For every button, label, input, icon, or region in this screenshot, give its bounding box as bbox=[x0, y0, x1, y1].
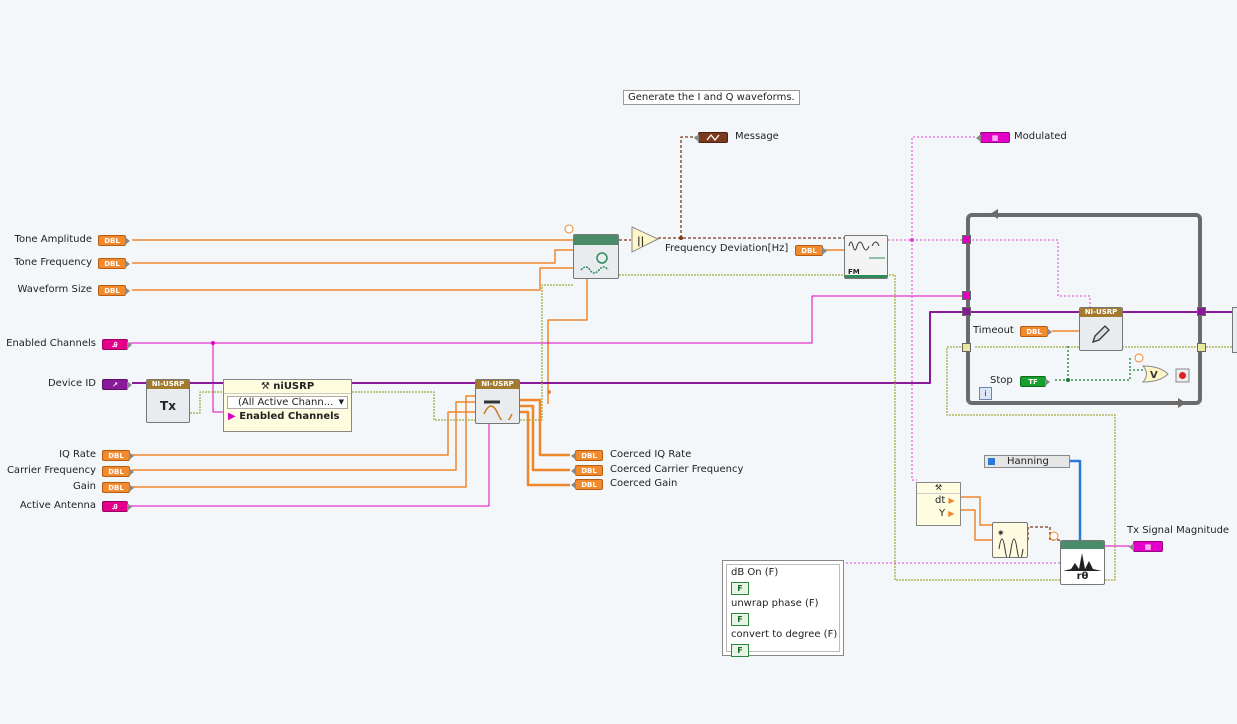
open-tx-header: NI-USRP bbox=[147, 380, 189, 389]
coerced-iq-rate-indicator[interactable]: DBL bbox=[571, 450, 603, 461]
label-device-id: Device ID bbox=[47, 378, 96, 389]
label-stop: Stop bbox=[990, 375, 1013, 386]
sine-wave-icon bbox=[574, 245, 618, 278]
write-header: NI-USRP bbox=[1080, 308, 1122, 317]
label-tx-signal-magnitude: Tx Signal Magnitude bbox=[1127, 525, 1230, 536]
tunnel-error-in bbox=[962, 343, 971, 352]
waveform-size-control[interactable]: DBL bbox=[98, 285, 130, 296]
pencil-icon bbox=[1080, 317, 1122, 350]
wrench-icon: ⚒ bbox=[260, 381, 274, 392]
wire-tone-frequency bbox=[132, 249, 573, 264]
active-antenna-control[interactable]: Ꭿ bbox=[102, 501, 132, 512]
niusrp-property-node[interactable]: ⚒ niUSRP (All Active Chann... ▼ ▶ Enable… bbox=[223, 379, 352, 432]
label-active-antenna: Active Antenna bbox=[19, 500, 96, 511]
wrench-wave-icon bbox=[476, 389, 519, 423]
tone-generator-header bbox=[574, 235, 618, 245]
dropdown-arrow-icon: ▼ bbox=[338, 398, 344, 406]
label-enabled-channels: Enabled Channels bbox=[6, 338, 96, 349]
label-gain: Gain bbox=[73, 481, 96, 492]
svg-text:✷: ✷ bbox=[997, 529, 1005, 539]
tone-frequency-control[interactable]: DBL bbox=[98, 258, 130, 269]
wrench-icon: ⚒ bbox=[917, 483, 960, 494]
input-arrow-icon: ▶ bbox=[228, 411, 236, 422]
waveform-property-node[interactable]: ⚒ dt ▶ Y ▶ bbox=[916, 482, 961, 526]
channel-selector[interactable]: (All Active Chann... ▼ bbox=[227, 396, 348, 409]
label-tone-frequency: Tone Frequency bbox=[14, 257, 92, 268]
label-frequency-deviation: Frequency Deviation[Hz] bbox=[665, 243, 789, 254]
label-coerced-iq-rate: Coerced IQ Rate bbox=[610, 449, 692, 460]
tunnel-enabled-channels bbox=[962, 291, 971, 300]
window-type-ring[interactable]: Hanning bbox=[984, 455, 1070, 468]
complex-array-icon: ▦ bbox=[991, 134, 999, 142]
label-carrier-frequency: Carrier Frequency bbox=[6, 465, 96, 476]
label-coerced-gain: Coerced Gain bbox=[610, 478, 678, 489]
unwrap-phase-constant[interactable]: F bbox=[731, 613, 749, 626]
gain-control[interactable]: DBL bbox=[102, 482, 134, 493]
tunnel-session-in bbox=[962, 307, 971, 316]
iq-rate-control[interactable]: DBL bbox=[102, 450, 134, 461]
unwrap-phase-label: unwrap phase (F) bbox=[731, 598, 819, 609]
db-on-label: dB On (F) bbox=[731, 567, 779, 578]
waveform-array-icon: ▦ bbox=[1144, 543, 1152, 551]
configure-header: NI-USRP bbox=[476, 380, 519, 389]
fm-wave-icon bbox=[848, 241, 885, 259]
build-waveform-node[interactable]: ✷ bbox=[992, 522, 1028, 558]
tunnel-error-out bbox=[1197, 343, 1206, 352]
modulated-indicator[interactable]: ▦ bbox=[976, 132, 1010, 143]
waveform-icon: ✷ bbox=[997, 529, 1024, 557]
open-tx-session-node[interactable]: NI-USRP Tx bbox=[146, 379, 190, 423]
spectrum-options-cluster[interactable]: dB On (F) F unwrap phase (F) F convert t… bbox=[722, 560, 844, 657]
property-y[interactable]: Y ▶ bbox=[917, 507, 960, 520]
label-waveform-size: Waveform Size bbox=[17, 284, 92, 295]
tx-icon: Tx bbox=[160, 399, 176, 413]
timeout-control[interactable]: DBL bbox=[1020, 326, 1052, 337]
configure-signal-node[interactable]: NI-USRP bbox=[475, 379, 520, 424]
coerced-carrier-frequency-indicator[interactable]: DBL bbox=[571, 465, 603, 476]
tunnel-modulated bbox=[962, 235, 971, 244]
label-message: Message bbox=[735, 131, 779, 142]
enabled-channels-control[interactable]: Ꭿ bbox=[102, 339, 132, 350]
label-coerced-carrier-frequency: Coerced Carrier Frequency bbox=[610, 464, 744, 475]
fm-modulator-node[interactable]: FM bbox=[844, 235, 888, 279]
spectrum-icon bbox=[1063, 553, 1102, 571]
db-on-constant[interactable]: F bbox=[731, 582, 749, 595]
svg-text:||: || bbox=[637, 236, 644, 247]
device-id-control[interactable]: ↗ bbox=[102, 379, 132, 390]
stop-control[interactable]: TF bbox=[1020, 376, 1050, 387]
loop-iteration: i bbox=[979, 387, 992, 400]
coerced-gain-indicator[interactable]: DBL bbox=[571, 479, 603, 490]
label-modulated: Modulated bbox=[1014, 131, 1067, 142]
spectrum-measurement-node[interactable]: rθ bbox=[1060, 540, 1105, 585]
message-indicator[interactable] bbox=[694, 132, 728, 143]
wire-coerced-gain bbox=[520, 410, 570, 487]
comment-note: Generate the I and Q waveforms. bbox=[623, 90, 800, 105]
magnitude-phase-label: rθ bbox=[1076, 571, 1089, 582]
convert-to-degree-constant[interactable]: F bbox=[731, 644, 749, 657]
write-tx-data-node[interactable]: NI-USRP bbox=[1079, 307, 1123, 351]
label-iq-rate: IQ Rate bbox=[59, 449, 96, 460]
tx-signal-magnitude-indicator[interactable]: ▦ bbox=[1129, 541, 1163, 552]
carrier-frequency-control[interactable]: DBL bbox=[102, 466, 134, 477]
ring-color-icon bbox=[988, 458, 995, 465]
property-dt[interactable]: dt ▶ bbox=[917, 494, 960, 507]
property-node-title: niUSRP bbox=[273, 381, 315, 392]
frequency-deviation-control[interactable]: DBL bbox=[795, 245, 827, 256]
label-timeout: Timeout bbox=[973, 325, 1014, 336]
close-session-node-partial bbox=[1232, 307, 1237, 353]
property-enabled-channels[interactable]: ▶ Enabled Channels bbox=[224, 411, 351, 422]
tone-generator-node[interactable] bbox=[573, 234, 619, 279]
convert-to-degree-label: convert to degree (F) bbox=[731, 629, 838, 640]
tunnel-session-out bbox=[1197, 307, 1206, 316]
tone-amplitude-control[interactable]: DBL bbox=[98, 235, 130, 246]
label-tone-amplitude: Tone Amplitude bbox=[14, 234, 92, 245]
multiply-node bbox=[631, 226, 660, 253]
wire-waveform-size bbox=[132, 267, 573, 291]
